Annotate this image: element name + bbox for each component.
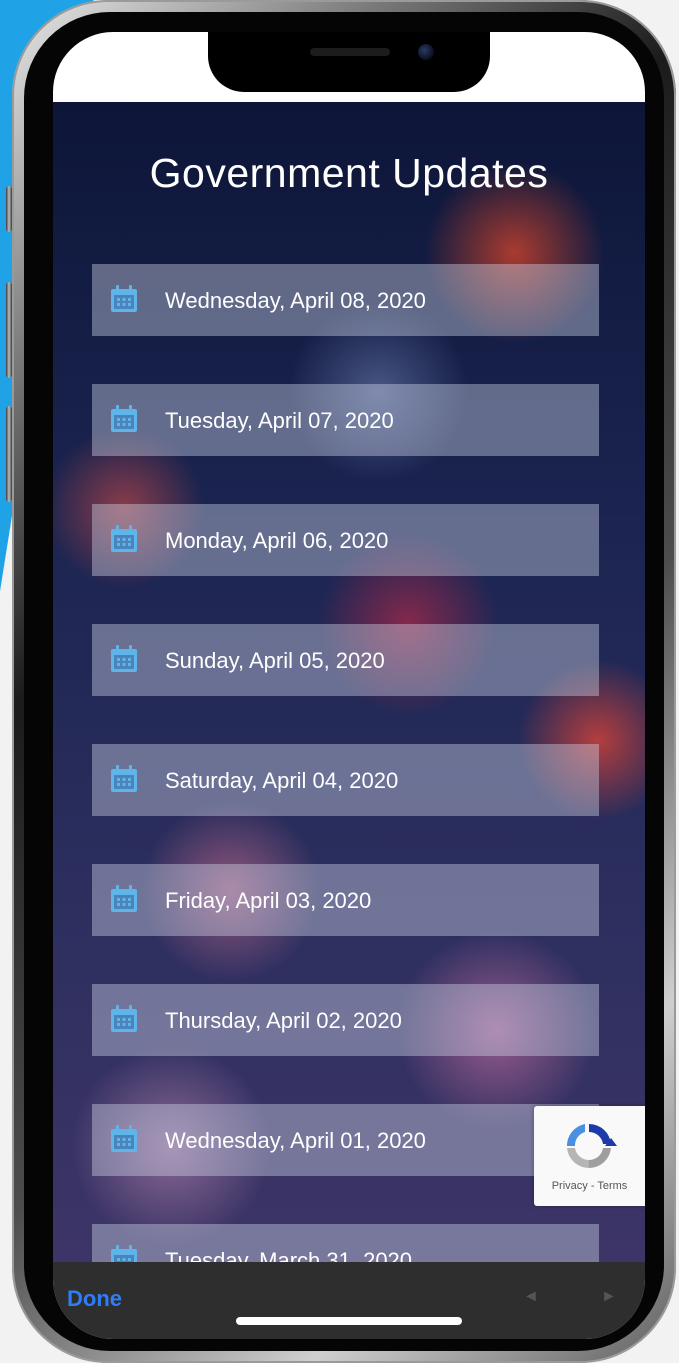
update-date-item[interactable]: Tuesday, April 07, 2020 [92, 384, 599, 456]
update-date-item[interactable]: Thursday, April 02, 2020 [92, 984, 599, 1056]
recaptcha-badge[interactable]: Privacy - Terms [534, 1106, 645, 1206]
update-date-label: Saturday, April 04, 2020 [165, 768, 399, 793]
update-date-label: Wednesday, April 08, 2020 [165, 288, 426, 313]
calendar-icon [111, 405, 137, 432]
update-date-label: Wednesday, April 01, 2020 [165, 1128, 426, 1153]
update-date-item[interactable]: Saturday, April 04, 2020 [92, 744, 599, 816]
calendar-icon [111, 765, 137, 792]
update-date-item[interactable]: Wednesday, April 08, 2020 [92, 264, 599, 336]
update-date-item[interactable]: Monday, April 06, 2020 [92, 504, 599, 576]
page-title: Government Updates [149, 150, 549, 196]
update-date-label: Tuesday, April 07, 2020 [165, 408, 394, 433]
update-date-item[interactable]: Sunday, April 05, 2020 [92, 624, 599, 696]
previous-arrow-icon[interactable]: ◄ [523, 1288, 539, 1306]
calendar-icon [111, 285, 137, 312]
camera-icon [418, 44, 434, 60]
volume-down-button [6, 406, 12, 502]
updates-view[interactable]: Government Updates Wednesday, April 08, … [53, 102, 645, 1262]
update-date-item[interactable]: Tuesday, March 31, 2020 [92, 1224, 599, 1262]
mute-switch [6, 186, 12, 232]
calendar-icon [111, 525, 137, 552]
calendar-icon [111, 1245, 137, 1262]
update-date-label: Sunday, April 05, 2020 [165, 648, 385, 673]
done-button[interactable]: Done [67, 1286, 122, 1312]
calendar-icon [111, 885, 137, 912]
updates-list: Wednesday, April 08, 2020 Tuesday, April … [92, 264, 599, 1262]
home-indicator[interactable] [236, 1317, 462, 1325]
volume-up-button [6, 282, 12, 378]
update-date-label: Thursday, April 02, 2020 [165, 1008, 402, 1033]
calendar-icon [111, 645, 137, 672]
recaptcha-privacy-terms[interactable]: Privacy - Terms [534, 1180, 645, 1192]
update-date-label: Monday, April 06, 2020 [165, 528, 389, 553]
update-date-item[interactable]: Friday, April 03, 2020 [92, 864, 599, 936]
canvas: Government Updates Wednesday, April 08, … [0, 0, 679, 1363]
calendar-icon [111, 1125, 137, 1152]
update-date-label: Tuesday, March 31, 2020 [165, 1248, 413, 1262]
phone-screen: Government Updates Wednesday, April 08, … [53, 32, 645, 1339]
calendar-icon [111, 1005, 137, 1032]
update-date-label: Friday, April 03, 2020 [165, 888, 372, 913]
update-date-item[interactable]: Wednesday, April 01, 2020 [92, 1104, 599, 1176]
recaptcha-icon [566, 1123, 617, 1169]
bottom-toolbar: Done ◄ ► [53, 1262, 645, 1339]
next-arrow-icon[interactable]: ► [601, 1288, 617, 1306]
speaker-grille [310, 48, 390, 56]
notch [208, 32, 490, 92]
